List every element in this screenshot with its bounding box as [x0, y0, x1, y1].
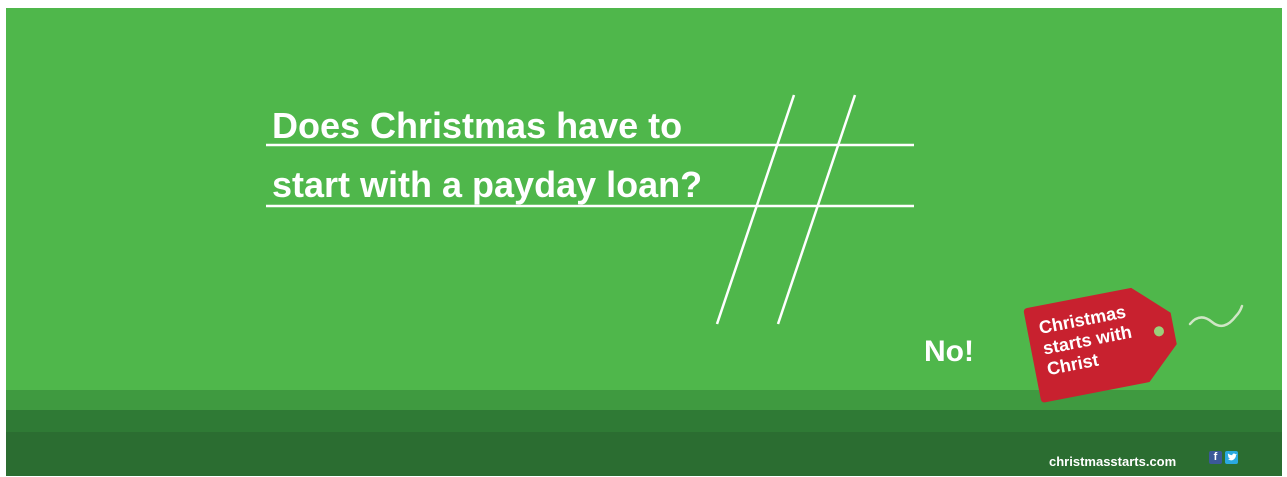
hashtag-lines — [266, 94, 914, 325]
website-link[interactable]: christmasstarts.com — [1049, 454, 1176, 469]
hash-stroke-1 — [715, 94, 796, 325]
headline-line-2: start with a payday loan? — [272, 164, 703, 205]
facebook-icon[interactable]: f — [1209, 451, 1222, 464]
tag-string — [1188, 304, 1244, 328]
banner: Does Christmas have to start with a payd… — [6, 8, 1282, 476]
headline-line-1: Does Christmas have to — [272, 105, 683, 146]
hash-stroke-2 — [776, 94, 857, 325]
answer-text: No! — [924, 335, 974, 368]
twitter-icon[interactable] — [1225, 451, 1238, 464]
